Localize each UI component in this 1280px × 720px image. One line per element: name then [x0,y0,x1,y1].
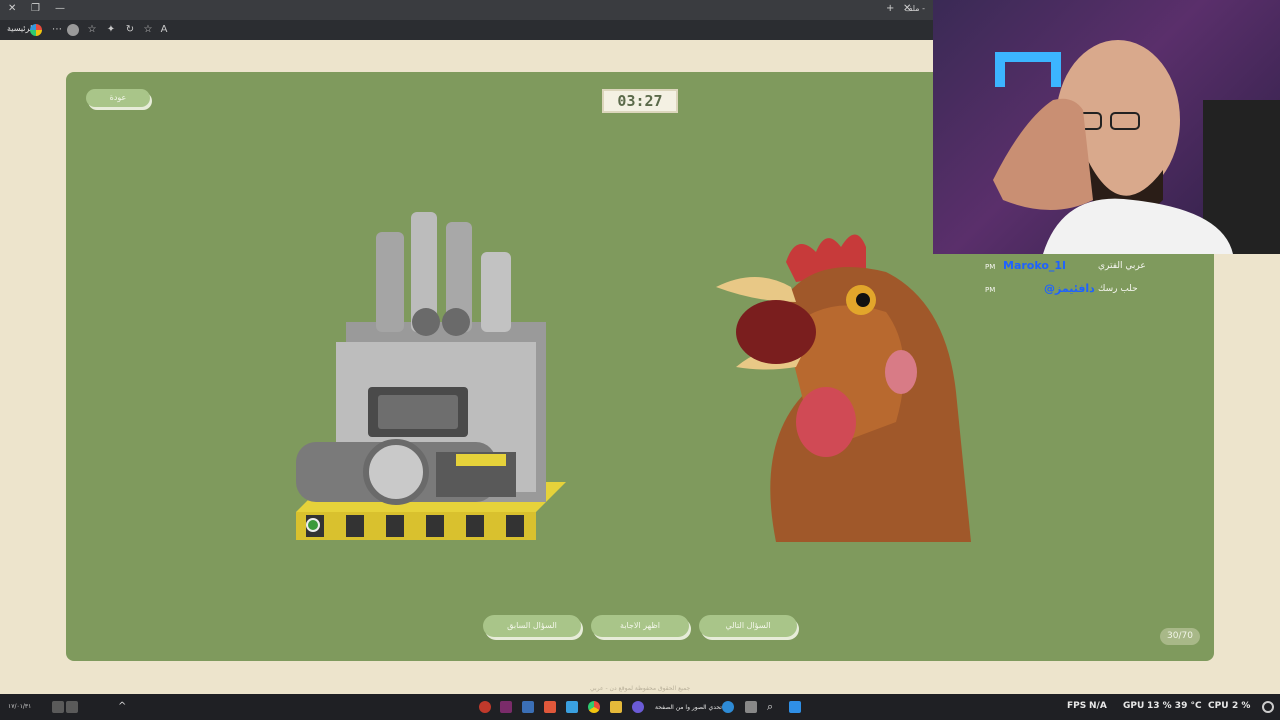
cpu-value: 2 % [1232,701,1251,711]
restore-icon[interactable]: ❐ [31,3,40,14]
read-aloud-icon[interactable]: A [158,24,170,36]
streamer-video [993,40,1280,254]
record-app-icon[interactable] [479,701,491,713]
chat-time: PM [985,286,996,294]
volume-icon[interactable] [52,701,64,713]
app-icon[interactable] [500,701,512,713]
chat-message: حلب رسك [1098,284,1138,294]
edge-icon[interactable] [722,701,734,713]
countdown-timer: 03:27 [602,89,678,113]
machine-image [296,212,566,540]
star-icon[interactable]: ☆ [86,24,98,36]
minimize-icon[interactable]: — [55,3,65,14]
footer-copyright: جميع الحقوق محفوظة لموقع دن - عربي [590,685,691,692]
tab-title[interactable]: ملف - [904,4,925,13]
start-icon[interactable] [789,701,801,713]
cpu-label: CPU [1208,701,1229,711]
taskbar-clock: ١٧/٠١/٣١ [8,703,32,710]
back-button[interactable]: عودة [86,89,150,107]
question-counter: 30/70 [1160,628,1200,645]
gpu-label: GPU [1123,701,1145,711]
fps-label: FPS [1067,701,1087,711]
fps-value: N/A [1089,701,1107,711]
chat-message: عربي الفتري [1098,261,1146,271]
profile-icon[interactable] [67,24,79,36]
webcam-overlay [933,0,1280,254]
active-window-title[interactable]: تحدي الصور وا من الصفحة [655,704,722,711]
browser-logo-icon[interactable] [30,24,42,36]
show-answer-button[interactable]: اظهر الاجابة [591,615,689,637]
chat-username: Maroko_1l [1003,259,1066,272]
chevron-up-icon[interactable]: ^ [118,701,130,713]
screen: ✕ ❐ — + ✕ ملف - الرئيسية ⋯ ☆ ✦ ↻ ☆ A عود… [0,0,1280,720]
gear-icon[interactable] [1262,701,1274,713]
search-icon[interactable]: ⌕ [767,701,779,713]
store-icon[interactable] [522,701,534,713]
new-tab-icon[interactable]: + [886,3,894,14]
task-view-icon[interactable] [745,701,757,713]
taskbar: ١٧/٠١/٣١ ^ تحدي الصور وا من الصفحة ⌕ FPS… [0,694,1280,720]
puzzle-icon[interactable]: ✦ [105,24,117,36]
folder-icon[interactable] [610,701,622,713]
menu-icon[interactable]: ⋯ [51,24,63,36]
gpu-value: 13 % 39 °C [1147,701,1202,711]
photos-icon[interactable] [566,701,578,713]
next-question-button[interactable]: السؤال التالي [699,615,797,637]
reload-icon[interactable]: ↻ [124,24,136,36]
previous-question-button[interactable]: السؤال السابق [483,615,581,637]
network-icon[interactable] [66,701,78,713]
bookmark-icon[interactable]: ☆ [142,24,154,36]
chrome-icon[interactable] [588,701,600,713]
browser-app-icon[interactable] [632,701,644,713]
chat-time: PM [985,263,996,271]
chat-username: @دافئيمز [1044,282,1095,295]
close-icon[interactable]: ✕ [8,3,16,14]
brave-icon[interactable] [544,701,556,713]
